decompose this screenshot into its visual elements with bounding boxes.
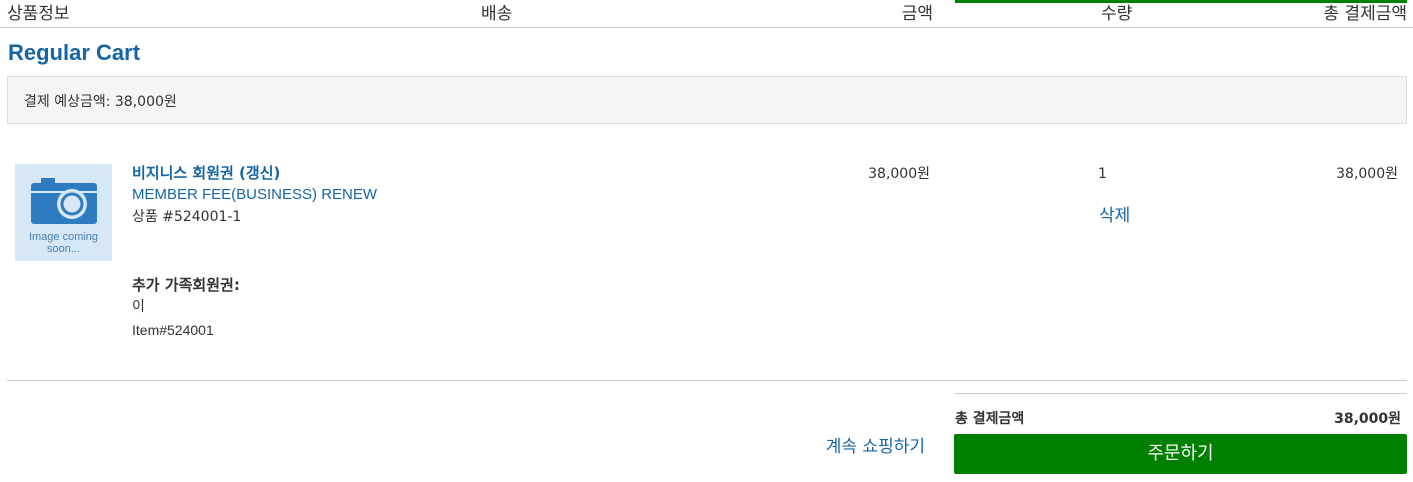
- cart-divider: [7, 380, 1407, 381]
- column-price: 금액: [901, 4, 933, 24]
- option-item-number: Item#524001: [132, 322, 214, 338]
- summary-total-value: 38,000원: [1334, 411, 1401, 427]
- column-total: 총 결제금액: [1323, 4, 1407, 24]
- item-thumbnail[interactable]: Image coming soon...: [15, 164, 112, 261]
- column-product-info: 상품정보: [7, 4, 70, 24]
- column-quantity: 수량: [1101, 4, 1133, 24]
- item-option: 추가 가족회원권: 이 Item#524001: [132, 274, 240, 341]
- option-label: 추가 가족회원권:: [132, 276, 240, 294]
- summary-divider: [955, 393, 1407, 394]
- column-shipping: 배송: [481, 4, 513, 24]
- order-summary: 총 결제금액 38,000원: [955, 408, 1401, 430]
- summary-total-label: 총 결제금액: [955, 411, 1025, 427]
- checkout-button[interactable]: 주문하기: [954, 434, 1407, 474]
- cart-column-header: 상품정보 배송 금액 수량 총 결제금액: [0, 0, 1413, 28]
- option-value: 이: [132, 299, 145, 315]
- item-name-link[interactable]: 비지니스 회원권 (갱신): [132, 163, 377, 183]
- camera-icon: [31, 178, 97, 224]
- item-sku: 상품 #524001-1: [132, 209, 242, 225]
- continue-shopping-link[interactable]: 계속 쇼핑하기: [826, 435, 925, 459]
- item-price: 38,000원: [868, 166, 930, 182]
- delete-item-link[interactable]: 삭제: [1099, 204, 1130, 228]
- estimate-box: 결제 예상금액: 38,000원: [7, 76, 1407, 124]
- item-subname-link[interactable]: MEMBER FEE(BUSINESS) RENEW: [132, 183, 377, 206]
- item-line-total: 38,000원: [1336, 166, 1398, 182]
- cart-title: Regular Cart: [8, 40, 141, 65]
- item-info: 비지니스 회원권 (갱신) MEMBER FEE(BUSINESS) RENEW…: [132, 163, 377, 228]
- item-quantity: 1: [1098, 166, 1107, 182]
- thumbnail-caption: Image coming soon...: [28, 231, 99, 255]
- cart-page: 상품정보 배송 금액 수량 총 결제금액 Regular Cart 결제 예상금…: [0, 0, 1413, 482]
- estimate-text: 결제 예상금액: 38,000원: [24, 94, 177, 110]
